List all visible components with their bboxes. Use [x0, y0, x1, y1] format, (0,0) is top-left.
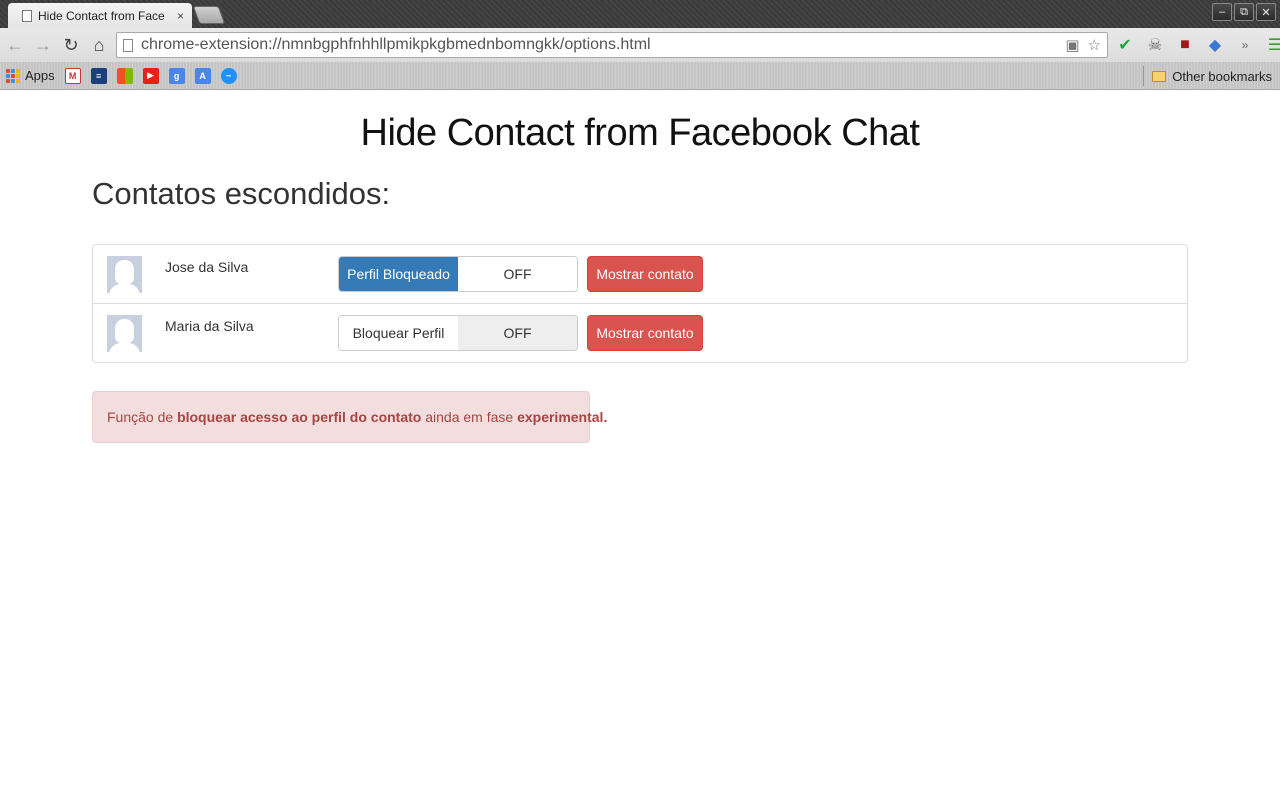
- restore-button[interactable]: ⧉: [1234, 3, 1254, 21]
- back-arrow-icon[interactable]: ←: [2, 32, 28, 58]
- more-extensions-icon[interactable]: »: [1234, 34, 1256, 56]
- reload-icon[interactable]: ↻: [58, 32, 84, 58]
- contact-name: Jose da Silva: [165, 259, 249, 275]
- show-contact-button[interactable]: Mostrar contato: [587, 256, 703, 292]
- toggle-on-option[interactable]: Perfil Bloqueado: [339, 257, 458, 291]
- apps-button[interactable]: Apps: [6, 68, 55, 83]
- forward-arrow-icon[interactable]: →: [30, 32, 56, 58]
- alert-prefix: Função de: [107, 409, 174, 425]
- document-icon: [123, 38, 133, 52]
- alert-middle: ainda em fase: [425, 409, 514, 425]
- page-title: Hide Contact from Facebook Chat: [360, 112, 921, 154]
- avatar: [107, 256, 142, 293]
- section-title: Contatos escondidos:: [92, 176, 391, 211]
- apps-label: Apps: [25, 68, 55, 83]
- home-icon[interactable]: ⌂: [86, 32, 112, 58]
- browser-toolbar: ← → ↻ ⌂ chrome-extension://nmnbgphfnhhll…: [0, 28, 1280, 62]
- address-bar[interactable]: chrome-extension://nmnbgphfnhhllpmikpkgb…: [116, 32, 1108, 58]
- bookmark-star-icon[interactable]: ☆: [1088, 36, 1101, 54]
- hidden-contacts-list: Jose da Silva Perfil Bloqueado OFF Mostr…: [92, 244, 1188, 363]
- translate-page-icon[interactable]: ▣: [1065, 36, 1079, 54]
- bookmarks-bar: Apps M ≡ ▶ g A ~ Other bookmarks: [0, 62, 1280, 90]
- microsoft-icon[interactable]: [116, 67, 133, 84]
- checkmark-extension-icon[interactable]: ✔: [1114, 34, 1136, 56]
- alert-bold-status: experimental.: [517, 409, 608, 425]
- apps-grid-icon: [6, 68, 20, 83]
- armchair-extension-icon[interactable]: ■: [1174, 34, 1196, 56]
- block-profile-toggle[interactable]: Bloquear Perfil OFF: [338, 315, 578, 351]
- translate-icon[interactable]: A: [194, 67, 211, 84]
- other-bookmarks-label: Other bookmarks: [1172, 68, 1272, 84]
- youtube-icon[interactable]: ▶: [142, 67, 159, 84]
- menu-icon[interactable]: ☰: [1264, 34, 1280, 56]
- ieee-icon[interactable]: ≡: [90, 67, 107, 84]
- browser-tab-strip: Hide Contact from Face × – ⧉ ✕: [0, 0, 1280, 28]
- toggle-on-option[interactable]: Bloquear Perfil: [339, 316, 458, 350]
- new-tab-button[interactable]: [192, 6, 226, 24]
- extension-icons: ✔ ☠ ■ ◆ » ☰: [1114, 32, 1280, 58]
- contact-row: Maria da Silva Bloquear Perfil OFF Mostr…: [93, 304, 1187, 363]
- experimental-warning-alert: Função de bloquear acesso ao perfil do c…: [92, 391, 607, 443]
- folder-icon: [1152, 70, 1167, 82]
- other-bookmarks[interactable]: Other bookmarks: [1143, 66, 1272, 86]
- tab-close-icon[interactable]: ×: [177, 9, 184, 23]
- contact-row: Jose da Silva Perfil Bloqueado OFF Mostr…: [93, 245, 1187, 304]
- gmail-calendar-icon[interactable]: M: [64, 67, 81, 84]
- google-plus-icon[interactable]: g: [168, 67, 185, 84]
- show-contact-button[interactable]: Mostrar contato: [587, 315, 703, 351]
- contact-name: Maria da Silva: [165, 318, 254, 334]
- diamond-extension-icon[interactable]: ◆: [1204, 34, 1226, 56]
- toggle-off-option[interactable]: OFF: [458, 257, 577, 291]
- page-icon: [22, 9, 32, 22]
- window-controls: – ⧉ ✕: [1212, 3, 1276, 21]
- url-text[interactable]: chrome-extension://nmnbgphfnhhllpmikpkgb…: [141, 36, 1065, 54]
- tab-title: Hide Contact from Face: [38, 8, 165, 23]
- block-profile-toggle[interactable]: Perfil Bloqueado OFF: [338, 256, 578, 292]
- alert-bold-feature: bloquear acesso ao perfil do contato: [177, 409, 422, 425]
- toggle-off-option[interactable]: OFF: [458, 316, 577, 350]
- avatar: [107, 315, 142, 352]
- skull-extension-icon[interactable]: ☠: [1144, 34, 1166, 56]
- messenger-icon[interactable]: ~: [220, 67, 237, 84]
- minimize-button[interactable]: –: [1212, 3, 1232, 21]
- browser-tab-active[interactable]: Hide Contact from Face ×: [8, 3, 192, 28]
- close-window-button[interactable]: ✕: [1256, 3, 1276, 21]
